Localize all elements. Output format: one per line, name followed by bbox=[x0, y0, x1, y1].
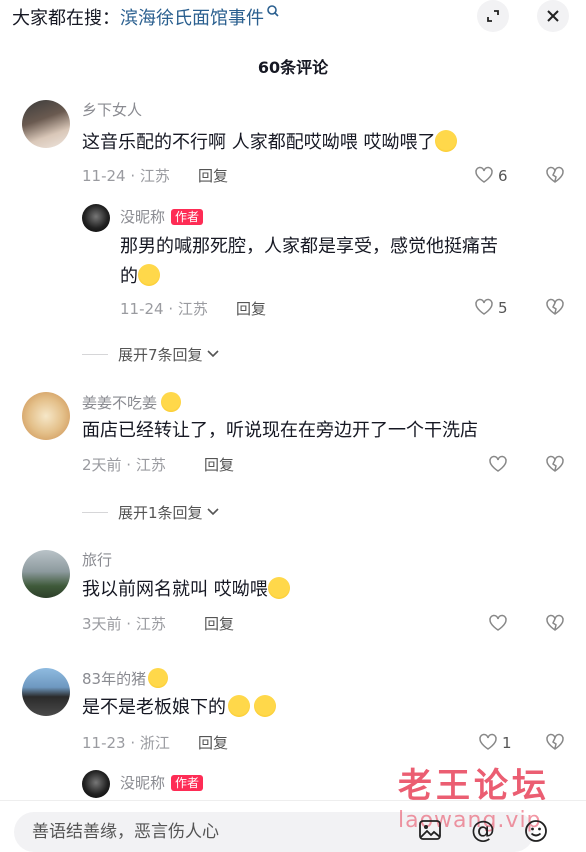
avatar[interactable] bbox=[82, 770, 110, 798]
hot-search-bar[interactable]: 大家都在搜：滨海徐氏面馆事件 bbox=[12, 4, 280, 30]
comment-text: 这音乐配的不行啊 人家都配哎呦喂 哎呦喂了 bbox=[82, 128, 458, 158]
reply-button[interactable]: 回复 bbox=[204, 455, 234, 475]
avatar[interactable] bbox=[22, 668, 70, 716]
comment-count-title: 60条评论 bbox=[257, 58, 329, 77]
like-count: 1 bbox=[502, 734, 512, 752]
comment-username[interactable]: 旅行 bbox=[82, 550, 112, 570]
broken-heart-icon bbox=[546, 455, 564, 472]
reply-button[interactable]: 回复 bbox=[198, 166, 228, 186]
laughing-emoji-icon bbox=[148, 668, 169, 688]
chevron-down-icon bbox=[206, 508, 219, 516]
heart-icon bbox=[475, 166, 493, 183]
smile-icon bbox=[525, 820, 547, 842]
like-button[interactable]: 5 bbox=[474, 298, 508, 320]
avatar[interactable] bbox=[22, 550, 70, 598]
comment-username[interactable]: 没昵称 作者 bbox=[120, 773, 204, 793]
reply-button[interactable]: 回复 bbox=[236, 299, 266, 319]
emoji-button[interactable] bbox=[524, 819, 548, 847]
close-button[interactable] bbox=[537, 0, 569, 32]
comment-username[interactable]: 姜姜不吃姜 bbox=[82, 392, 182, 413]
search-icon bbox=[267, 5, 279, 17]
broken-heart-icon bbox=[546, 733, 564, 750]
dislike-button[interactable] bbox=[545, 166, 565, 188]
comment-meta: 2天前 · 江苏 bbox=[82, 456, 166, 474]
comment-username[interactable]: 83年的猪 bbox=[82, 668, 169, 689]
expand-icon bbox=[487, 10, 499, 22]
comment-meta: 11-24 · 江苏 bbox=[120, 300, 208, 318]
dislike-button[interactable] bbox=[545, 455, 565, 477]
laughing-cry-emoji-icon bbox=[138, 264, 160, 286]
like-button[interactable] bbox=[488, 614, 508, 636]
image-button[interactable] bbox=[418, 819, 442, 845]
comment-text-line2: 的 bbox=[120, 262, 160, 292]
heart-icon bbox=[479, 733, 497, 750]
broken-heart-icon bbox=[546, 298, 564, 315]
chevron-down-icon bbox=[206, 350, 219, 358]
search-term-link[interactable]: 滨海徐氏面馆事件 bbox=[120, 8, 264, 29]
like-button[interactable]: 1 bbox=[478, 733, 512, 755]
comment-text: 那男的喊那死腔，人家都是享受，感觉他挺痛苦 bbox=[120, 236, 498, 257]
reply-button[interactable]: 回复 bbox=[204, 614, 234, 634]
author-badge: 作者 bbox=[171, 209, 204, 225]
avatar[interactable] bbox=[82, 204, 110, 232]
comment-meta: 11-24 · 江苏 bbox=[82, 167, 170, 185]
image-icon bbox=[419, 820, 441, 840]
broken-heart-icon bbox=[546, 614, 564, 631]
heart-icon bbox=[489, 455, 507, 472]
avatar[interactable] bbox=[22, 392, 70, 440]
comment-username[interactable]: 没昵称 作者 bbox=[120, 207, 204, 227]
comment-input-placeholder: 善语结善缘，恶言伤人心 bbox=[32, 822, 219, 842]
expand-replies-button[interactable]: 展开7条回复 bbox=[82, 345, 220, 365]
comment-text: 是不是老板娘下的 bbox=[82, 693, 276, 723]
heart-icon bbox=[489, 614, 507, 631]
laughing-cry-emoji-icon bbox=[435, 130, 458, 152]
face-emoji-icon bbox=[161, 392, 182, 412]
search-prefix: 大家都在搜： bbox=[12, 8, 120, 29]
reply-button[interactable]: 回复 bbox=[198, 733, 228, 753]
comment-text: 面店已经转让了，听说现在在旁边开了一个干洗店 bbox=[82, 420, 478, 441]
mention-button[interactable]: @ bbox=[471, 817, 495, 843]
broken-heart-icon bbox=[546, 166, 564, 183]
close-icon bbox=[547, 10, 559, 22]
comment-text: 我以前网名就叫 哎呦喂 bbox=[82, 575, 290, 605]
avatar[interactable] bbox=[22, 100, 70, 148]
comment-username[interactable]: 乡下女人 bbox=[82, 100, 142, 120]
like-button[interactable] bbox=[488, 455, 508, 477]
dislike-button[interactable] bbox=[545, 733, 565, 755]
divider bbox=[82, 512, 108, 513]
comment-meta: 11-23 · 浙江 bbox=[82, 734, 170, 752]
expand-fullscreen-button[interactable] bbox=[477, 0, 509, 32]
expand-replies-button[interactable]: 展开1条回复 bbox=[82, 503, 220, 523]
dislike-button[interactable] bbox=[545, 298, 565, 320]
author-badge: 作者 bbox=[171, 775, 204, 791]
divider bbox=[82, 354, 108, 355]
at-icon: @ bbox=[471, 816, 495, 844]
like-count: 6 bbox=[498, 167, 508, 185]
like-button[interactable]: 6 bbox=[474, 166, 508, 188]
laughing-cry-emoji-icon bbox=[254, 695, 276, 717]
laughing-emoji-icon bbox=[228, 695, 250, 717]
comment-meta: 3天前 · 江苏 bbox=[82, 615, 166, 633]
laughing-cry-emoji-icon bbox=[267, 577, 290, 599]
like-count: 5 bbox=[498, 299, 508, 317]
dislike-button[interactable] bbox=[545, 614, 565, 636]
heart-icon bbox=[475, 298, 493, 315]
